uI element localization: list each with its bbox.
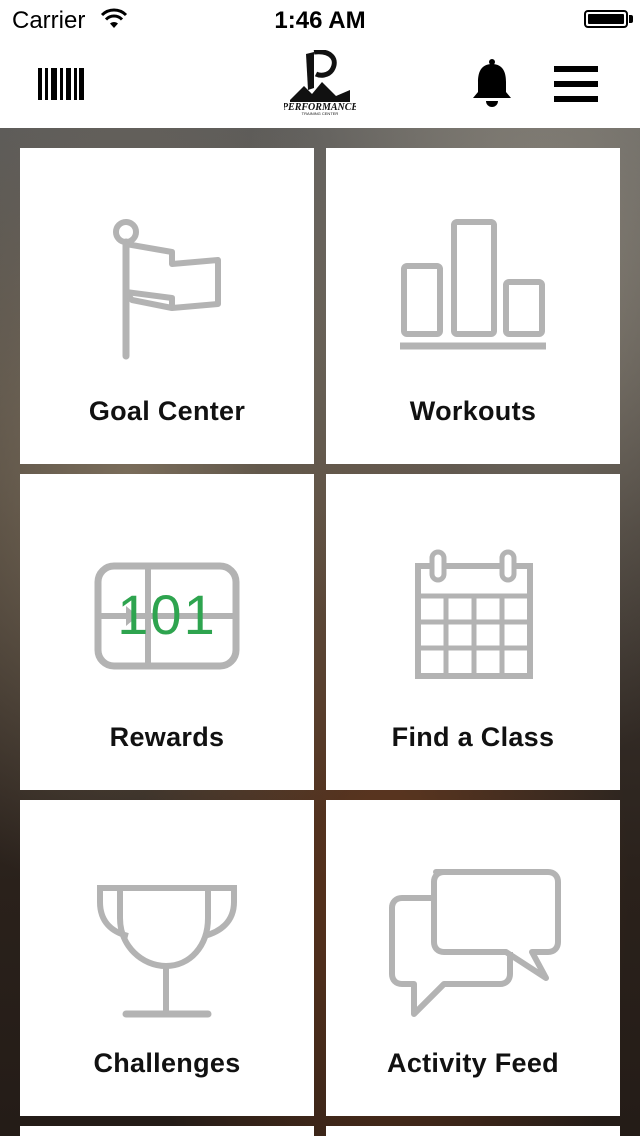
tile-label: Workouts bbox=[409, 396, 537, 426]
battery-tip bbox=[629, 15, 633, 23]
tile-find-a-class[interactable]: Find a Class bbox=[326, 474, 620, 790]
bell-icon bbox=[473, 59, 511, 107]
flag-icon bbox=[113, 219, 221, 360]
tile-partial-right[interactable] bbox=[326, 1126, 620, 1136]
tile-rewards[interactable]: 101 Rewards bbox=[20, 474, 314, 790]
logo-subtext: TRAINING CENTER bbox=[302, 111, 339, 116]
trophy-icon bbox=[97, 885, 237, 1018]
tile-partial-left[interactable] bbox=[20, 1126, 314, 1136]
barcode-icon bbox=[38, 68, 84, 100]
nav-bar: PERFORMANCE TRAINING CENTER bbox=[0, 40, 640, 128]
menu-button[interactable] bbox=[552, 64, 600, 104]
rewards-points-value: 101 bbox=[117, 583, 217, 646]
barcode-button[interactable] bbox=[38, 68, 84, 100]
performance-logo: PERFORMANCE TRAINING CENTER bbox=[282, 49, 358, 116]
hamburger-menu-icon bbox=[554, 66, 598, 102]
battery-icon bbox=[584, 10, 628, 28]
bar-chart-icon bbox=[400, 219, 546, 350]
chat-bubbles-icon bbox=[389, 869, 561, 1017]
tile-label: Goal Center bbox=[88, 396, 246, 426]
status-bar: Carrier 1:46 AM bbox=[0, 0, 640, 40]
tile-workouts[interactable]: Workouts bbox=[326, 148, 620, 464]
clock: 1:46 AM bbox=[274, 7, 366, 34]
tile-activity-feed[interactable]: Activity Feed bbox=[326, 800, 620, 1116]
tile-label: Rewards bbox=[109, 722, 225, 752]
notifications-button[interactable] bbox=[470, 58, 514, 108]
tile-goal-center[interactable]: Goal Center bbox=[20, 148, 314, 464]
tile-label: Activity Feed bbox=[387, 1048, 559, 1078]
tile-challenges[interactable]: Challenges bbox=[20, 800, 314, 1116]
calendar-icon bbox=[415, 549, 533, 679]
tile-label: Challenges bbox=[93, 1048, 241, 1078]
tile-label: Find a Class bbox=[391, 722, 555, 752]
